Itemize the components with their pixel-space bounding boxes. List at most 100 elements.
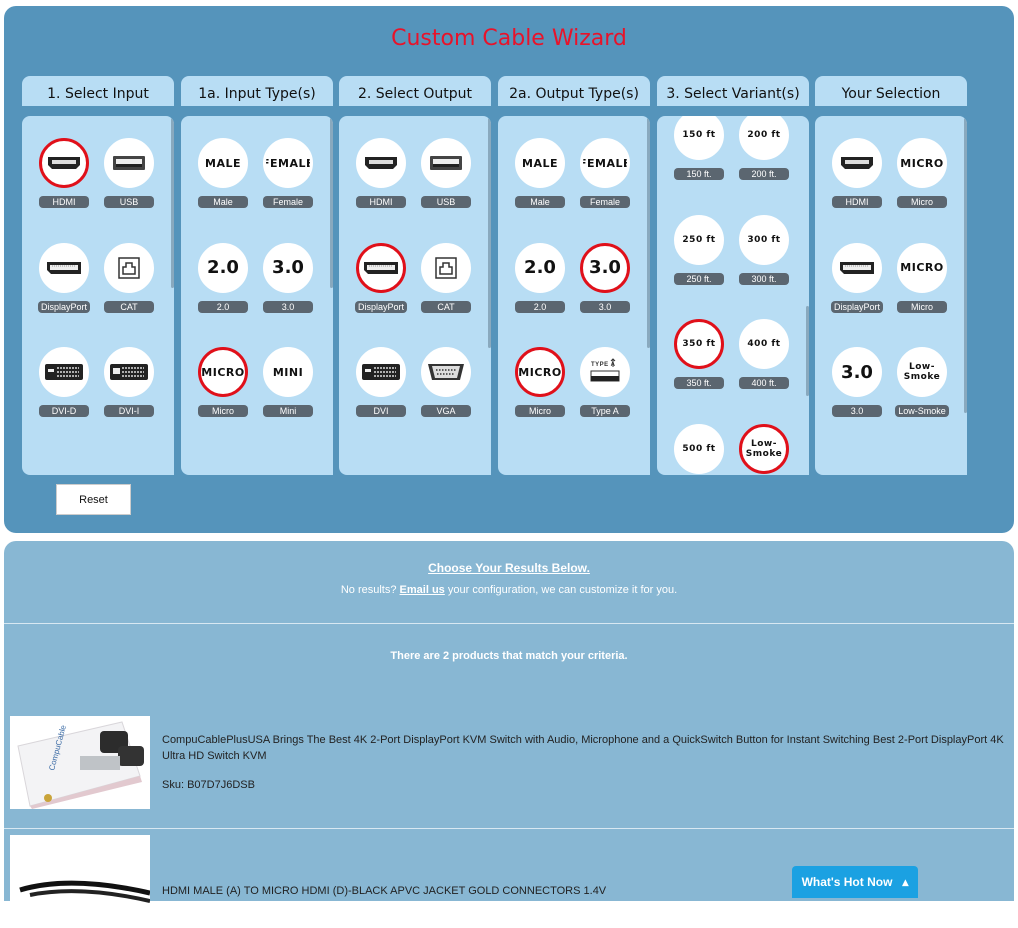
product-image[interactable]: CompuCable bbox=[10, 716, 150, 809]
product-image[interactable] bbox=[10, 835, 150, 928]
scrollbar[interactable] bbox=[647, 118, 650, 348]
results-title[interactable]: Choose Your Results Below. bbox=[4, 561, 1014, 575]
option-list[interactable]: HDMI USB DisplayPort CAT DVI-D DVI-I bbox=[22, 116, 174, 475]
option-badge[interactable]: 500 ft bbox=[674, 423, 724, 474]
hdmi-port-icon[interactable] bbox=[39, 138, 89, 188]
option-label: 300 ft. bbox=[739, 272, 789, 285]
option-3-0[interactable]: 3.0 3.0 bbox=[258, 242, 318, 315]
option-200-ft-[interactable]: 200 ft 200 ft. bbox=[734, 116, 794, 182]
option-badge[interactable]: 2.0 bbox=[515, 242, 565, 293]
hdmi-port-icon[interactable] bbox=[356, 138, 406, 188]
option-type-a[interactable]: TYPE A Type A bbox=[575, 347, 635, 419]
hdmi-port-icon[interactable] bbox=[832, 138, 882, 188]
option-badge[interactable]: Low- Smoke bbox=[897, 347, 947, 397]
option-usb[interactable]: USB bbox=[416, 138, 476, 210]
option-250-ft-[interactable]: 250 ft 250 ft. bbox=[669, 214, 729, 287]
option-3-0[interactable]: 3.0 3.0 bbox=[575, 242, 635, 315]
option-list[interactable]: HDMI USB DisplayPort CAT DVI VGA bbox=[339, 116, 491, 475]
dvi-d-port-icon[interactable] bbox=[39, 347, 89, 397]
option-list[interactable]: HDMI MICRO Micro DisplayPort MICRO Micro 3.0 3.… bbox=[815, 116, 967, 475]
option-badge[interactable]: 3.0 bbox=[263, 242, 313, 293]
dvi-port-icon[interactable] bbox=[356, 347, 406, 397]
option-cat[interactable]: CAT bbox=[99, 242, 159, 315]
option-badge[interactable]: FEMALE bbox=[263, 138, 313, 188]
option-badge[interactable]: MALE bbox=[198, 138, 248, 188]
option-badge[interactable]: 300 ft bbox=[739, 214, 789, 265]
option-badge[interactable]: MICRO bbox=[897, 138, 947, 188]
scrollbar[interactable] bbox=[171, 118, 174, 288]
option-2-0[interactable]: 2.0 2.0 bbox=[510, 242, 570, 315]
option-displayport[interactable]: DisplayPort bbox=[351, 242, 411, 315]
option-500-ft[interactable]: 500 ft bbox=[669, 423, 729, 474]
option-400-ft-[interactable]: 400 ft 400 ft. bbox=[734, 319, 794, 391]
displayport-icon[interactable] bbox=[832, 242, 882, 293]
option-list[interactable]: MALE Male FEMALE Female 2.0 2.0 3.0 3.0 MICRO Mic… bbox=[498, 116, 650, 475]
displayport-icon[interactable] bbox=[39, 242, 89, 293]
svg-text:TYPE A: TYPE A bbox=[591, 362, 616, 368]
option-badge[interactable]: 3.0 bbox=[580, 242, 630, 293]
option-hdmi[interactable]: HDMI bbox=[827, 138, 887, 210]
option-badge[interactable]: 250 ft bbox=[674, 214, 724, 265]
option-300-ft-[interactable]: 300 ft 300 ft. bbox=[734, 214, 794, 287]
option-mini[interactable]: MINI Mini bbox=[258, 347, 318, 419]
option-dvi-i[interactable]: DVI-I bbox=[99, 347, 159, 419]
option-badge[interactable]: 150 ft bbox=[674, 116, 724, 160]
option-vga[interactable]: VGA bbox=[416, 347, 476, 419]
option-badge[interactable]: 400 ft bbox=[739, 319, 789, 369]
dvi-port-icon bbox=[362, 364, 400, 380]
dvi-i-port-icon[interactable] bbox=[104, 347, 154, 397]
option-micro[interactable]: MICRO Micro bbox=[892, 138, 952, 210]
displayport-icon[interactable] bbox=[356, 242, 406, 293]
scrollbar[interactable] bbox=[488, 118, 491, 348]
option-badge[interactable]: 3.0 bbox=[832, 347, 882, 397]
option-badge[interactable]: MICRO bbox=[198, 347, 248, 397]
option-list[interactable]: 150 ft 150 ft. 200 ft 200 ft. 250 ft 250 ft. 3… bbox=[657, 116, 809, 475]
option-cat[interactable]: CAT bbox=[416, 242, 476, 315]
option-hdmi[interactable]: HDMI bbox=[351, 138, 411, 210]
scrollbar[interactable] bbox=[806, 306, 809, 396]
usb-port-icon[interactable] bbox=[104, 138, 154, 188]
usb-port-icon[interactable] bbox=[421, 138, 471, 188]
option-3-0[interactable]: 3.0 3.0 bbox=[827, 347, 887, 419]
option-dvi-d[interactable]: DVI-D bbox=[34, 347, 94, 419]
option-label: CAT bbox=[421, 300, 471, 313]
option-female[interactable]: FEMALE Female bbox=[258, 138, 318, 210]
option-male[interactable]: MALE Male bbox=[193, 138, 253, 210]
option-hdmi[interactable]: HDMI bbox=[34, 138, 94, 210]
product-name[interactable]: CompuCablePlusUSA Brings The Best 4K 2-P… bbox=[162, 732, 1007, 764]
whats-hot-now-button[interactable]: What's Hot Now ▴ bbox=[792, 866, 918, 898]
cat-port-icon[interactable] bbox=[104, 242, 154, 293]
usb-type-a-icon[interactable]: TYPE A bbox=[580, 347, 630, 397]
email-us-link[interactable]: Email us bbox=[400, 584, 445, 596]
option-micro[interactable]: MICRO Micro bbox=[193, 347, 253, 419]
option-micro[interactable]: MICRO Micro bbox=[510, 347, 570, 419]
option-badge[interactable]: MINI bbox=[263, 347, 313, 397]
option-badge[interactable]: FEMALE bbox=[580, 138, 630, 188]
reset-button[interactable]: Reset bbox=[56, 484, 131, 515]
option-low-smoke[interactable]: Low- Smoke Low-Smoke bbox=[892, 347, 952, 419]
option-female[interactable]: FEMALE Female bbox=[575, 138, 635, 210]
option-150-ft-[interactable]: 150 ft 150 ft. bbox=[669, 116, 729, 182]
option-badge[interactable]: MALE bbox=[515, 138, 565, 188]
option-2-0[interactable]: 2.0 2.0 bbox=[193, 242, 253, 315]
option-low-smoke[interactable]: Low- Smoke bbox=[734, 423, 794, 474]
option-list[interactable]: MALE Male FEMALE Female 2.0 2.0 3.0 3.0 MICRO Mic… bbox=[181, 116, 333, 475]
option-badge[interactable]: 2.0 bbox=[198, 242, 248, 293]
option-label: DisplayPort bbox=[37, 300, 90, 313]
cat-port-icon[interactable] bbox=[421, 242, 471, 293]
scrollbar[interactable] bbox=[964, 118, 967, 413]
option-micro[interactable]: MICRO Micro bbox=[892, 242, 952, 315]
option-badge[interactable]: MICRO bbox=[897, 242, 947, 293]
option-badge[interactable]: Low- Smoke bbox=[739, 423, 789, 474]
option-displayport[interactable]: DisplayPort bbox=[827, 242, 887, 315]
vga-port-icon[interactable] bbox=[421, 347, 471, 397]
option-male[interactable]: MALE Male bbox=[510, 138, 570, 210]
option-displayport[interactable]: DisplayPort bbox=[34, 242, 94, 315]
option-usb[interactable]: USB bbox=[99, 138, 159, 210]
option-badge[interactable]: 200 ft bbox=[739, 116, 789, 160]
option-dvi[interactable]: DVI bbox=[351, 347, 411, 419]
option-350-ft-[interactable]: 350 ft 350 ft. bbox=[669, 319, 729, 391]
scrollbar[interactable] bbox=[330, 118, 333, 288]
option-badge[interactable]: 350 ft bbox=[674, 319, 724, 369]
option-badge[interactable]: MICRO bbox=[515, 347, 565, 397]
